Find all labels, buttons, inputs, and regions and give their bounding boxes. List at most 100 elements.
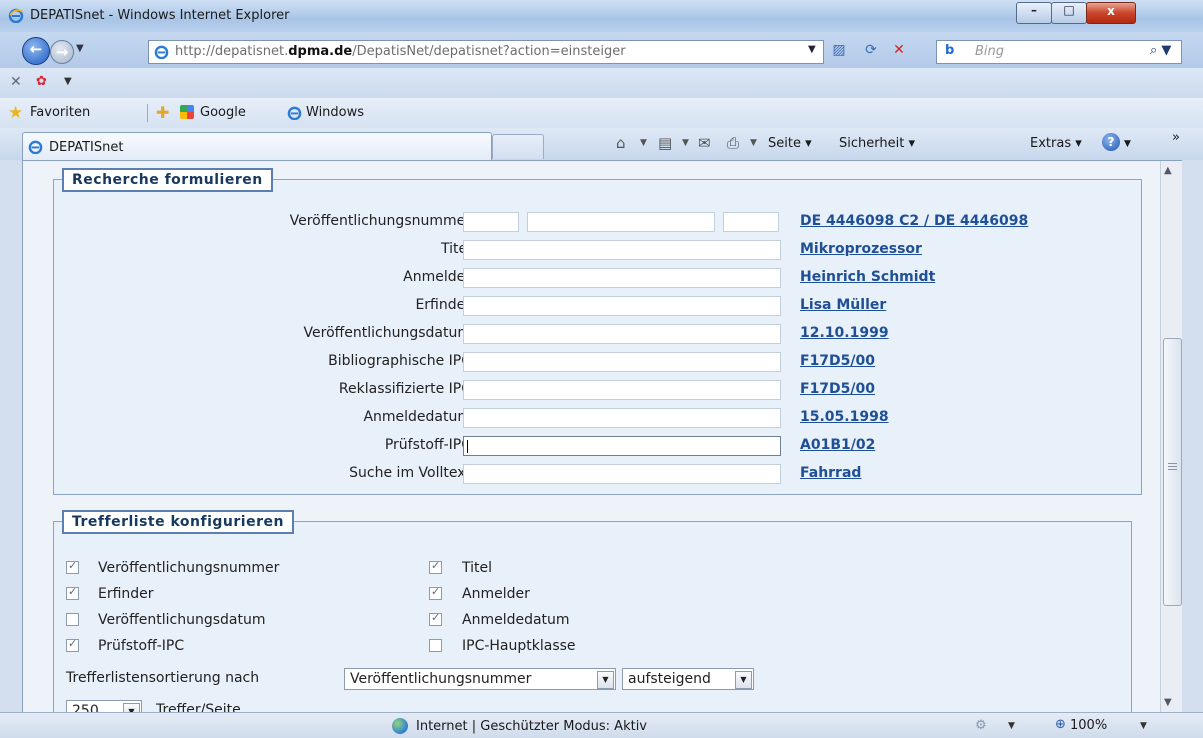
maximize-button[interactable]: □ [1051,2,1087,24]
security-icon[interactable]: ⚙ [975,718,987,733]
mail-icon[interactable]: ✉ [698,134,711,152]
checkbox-ipc-main-class[interactable] [429,639,442,652]
example-link-publication-date[interactable]: 12.10.1999 [800,325,889,341]
close-toolbar-icon[interactable]: ✕ [10,74,22,90]
addon-bar: ✕ ✿ ▼ [0,68,1203,98]
zoom-icon[interactable]: ⊕ [1055,717,1066,732]
compatibility-icon[interactable]: ▨ [830,42,848,60]
checkbox-inventor[interactable] [66,585,79,600]
url-suffix: /DepatisNet/depatisnet?action=einsteiger [352,44,626,59]
address-dropdown-icon[interactable]: ▼ [808,44,816,55]
results-config-fieldset: Trefferliste konfigurieren Veröffentlich… [53,510,1132,712]
search-icon[interactable]: ⌕ ▼ [1150,43,1171,58]
examination-ipc-input[interactable] [463,436,781,456]
checkbox-label: Anmeldedatum [462,612,570,628]
minimize-icon: – [1031,3,1037,17]
publication-kind-input[interactable] [723,212,779,232]
field-label-reclassified-ipc: Reklassifizierte IPC [338,381,471,397]
example-link-publication-number[interactable]: DE 4446098 C2 / DE 4446098 [800,213,1028,229]
per-page-value: 250 [72,703,99,712]
title-input[interactable] [463,240,781,260]
application-date-input[interactable] [463,408,781,428]
history-dropdown-icon[interactable]: ▼ [76,43,84,54]
scroll-up-icon[interactable]: ▲ [1164,165,1172,176]
scroll-down-icon[interactable]: ▼ [1164,697,1172,708]
scrollbar-thumb[interactable] [1163,338,1182,606]
bibliographic-ipc-input[interactable] [463,352,781,372]
publication-number-input[interactable] [527,212,715,232]
forward-button[interactable]: → [50,40,74,64]
add-favorite-icon[interactable]: ✚ [156,103,169,122]
arrow-right-icon: → [55,43,69,61]
security-dropdown-icon[interactable]: ▼ [1008,721,1015,731]
favorites-button[interactable]: Favoriten [30,105,90,120]
new-tab-button[interactable] [492,134,544,159]
fulltext-input[interactable] [463,464,781,484]
minimize-button[interactable]: – [1016,2,1052,24]
search-box[interactable]: b Bing [936,40,1182,64]
checkbox-label: Veröffentlichungsnummer [98,560,280,576]
tab-page-icon [28,140,43,154]
example-link-title[interactable]: Mikroprozessor [800,241,922,257]
feeds-dropdown-icon[interactable]: ▼ [682,138,689,148]
favorite-windows[interactable]: Windows [306,105,364,120]
back-button[interactable]: ← [22,37,50,65]
print-dropdown-icon[interactable]: ▼ [750,138,757,148]
zoom-level[interactable]: 100% [1070,718,1107,733]
inventor-input[interactable] [463,296,781,316]
example-link-inventor[interactable]: Lisa Müller [800,297,886,313]
menu-seite[interactable]: Seite ▾ [768,136,812,151]
checkbox-label: Anmelder [462,586,530,602]
sort-order-select[interactable]: aufsteigend ▼ [622,668,754,690]
addon-dropdown-icon[interactable]: ▼ [64,76,72,87]
publication-country-input[interactable] [463,212,519,232]
address-bar[interactable]: http://depatisnet.dpma.de/DepatisNet/dep… [148,40,824,64]
home-dropdown-icon[interactable]: ▼ [640,138,647,148]
checkbox-examination-ipc[interactable] [66,637,79,652]
example-link-fulltext[interactable]: Fahrrad [800,465,861,481]
menu-extras[interactable]: Extras ▾ [1030,136,1082,151]
tab-label: DEPATISnet [49,140,124,155]
menu-sicherheit[interactable]: Sicherheit ▾ [839,136,915,151]
text-caret [467,440,468,453]
vertical-scrollbar[interactable]: ▲ ▼ [1160,161,1183,712]
example-link-application-date[interactable]: 15.05.1998 [800,409,889,425]
help-icon[interactable]: ? [1102,133,1120,151]
search-placeholder: Bing [975,44,1005,59]
arrow-left-icon: ← [29,40,43,58]
checkbox-publication-date[interactable] [66,613,79,626]
example-link-examination-ipc[interactable]: A01B1/02 [800,437,875,453]
example-link-applicant[interactable]: Heinrich Schmidt [800,269,935,285]
example-link-bibliographic-ipc[interactable]: F17D5/00 [800,353,875,369]
field-label-application-date: Anmeldedatum [363,409,471,425]
checkbox-applicant[interactable] [429,585,442,600]
applicant-input[interactable] [463,268,781,288]
addon-icon[interactable]: ✿ [36,74,47,89]
checkbox-application-date[interactable] [429,611,442,626]
sort-field-select[interactable]: Veröffentlichungsnummer ▼ [344,668,616,690]
browser-window: DEPATISnet - Windows Internet Explorer –… [0,0,1203,738]
print-icon[interactable]: ⎙ [727,134,739,152]
favorite-google[interactable]: Google [200,105,246,120]
zoom-dropdown-icon[interactable]: ▼ [1140,721,1147,731]
help-dropdown-icon[interactable]: ▼ [1124,139,1131,149]
feeds-icon[interactable]: ▤ [658,134,672,152]
home-icon[interactable]: ⌂ [616,134,626,152]
example-link-reclassified-ipc[interactable]: F17D5/00 [800,381,875,397]
checkbox-title[interactable] [429,559,442,574]
window-title: DEPATISnet - Windows Internet Explorer [30,8,290,23]
tab-depatisnet[interactable]: DEPATISnet [22,132,492,160]
favorites-bar: ★ Favoriten ✚ Google Windows [0,98,1203,128]
reclassified-ipc-input[interactable] [463,380,781,400]
ie-page-icon [287,106,302,120]
close-button[interactable]: x [1086,2,1136,24]
stop-icon[interactable]: ✕ [890,42,908,60]
per-page-select[interactable]: 250 ▼ [66,700,142,712]
checkbox-publication-number[interactable] [66,559,79,574]
checkbox-label: Titel [462,560,493,576]
publication-date-input[interactable] [463,324,781,344]
refresh-icon[interactable]: ⟳ [862,42,880,60]
menu-extras-label: Extras [1030,136,1072,151]
favorites-star-icon[interactable]: ★ [8,103,23,123]
toolbar-overflow-icon[interactable]: » [1172,130,1180,145]
